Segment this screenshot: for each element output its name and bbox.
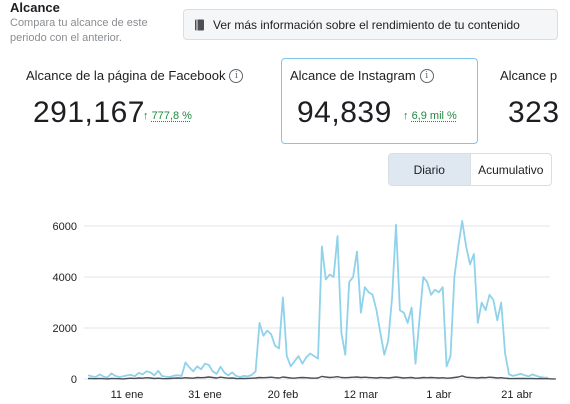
facebook-reach-label-wrap: Alcance de la página de Facebook i — [26, 68, 244, 83]
reach-line-chart: 0 2000 4000 6000 11 ene 31 ene 20 feb 12 mar 1 a… — [53, 219, 556, 401]
arrow-up-icon: ↑ — [403, 110, 409, 122]
info-icon[interactable]: i — [229, 68, 244, 83]
instagram-reach-label: Alcance de Instagram — [290, 68, 416, 83]
section-subtitle: Compara tu alcance de este periodo con e… — [10, 17, 148, 44]
x-tick-label: 31 ene — [188, 389, 222, 401]
x-tick-label: 1 abr — [426, 389, 451, 401]
facebook-reach-delta: ↑ 777,8 % — [143, 110, 192, 122]
instagram-series-line — [87, 219, 549, 379]
instagram-reach-delta: ↑ 6,9 mil % — [403, 110, 457, 122]
x-tick-label: 21 abr — [501, 389, 533, 401]
y-tick-label: 6000 — [53, 221, 77, 233]
y-tick-label: 0 — [71, 374, 77, 386]
x-tick-label: 12 mar — [344, 389, 379, 401]
arrow-up-icon: ↑ — [143, 110, 149, 122]
cumulative-toggle-button[interactable]: Acumulativo — [471, 154, 552, 185]
instagram-reach-delta-value[interactable]: 6,9 mil % — [412, 110, 457, 122]
y-tick-label: 2000 — [53, 323, 77, 335]
y-tick-label: 4000 — [53, 272, 77, 284]
section-title: Alcance — [10, 0, 60, 15]
x-tick-label: 20 feb — [268, 389, 299, 401]
facebook-reach-value: 291,167 — [33, 96, 145, 129]
book-icon — [195, 19, 204, 30]
facebook-series-line — [87, 375, 556, 380]
facebook-reach-label: Alcance de la página de Facebook — [26, 68, 226, 83]
daily-toggle-button[interactable]: Diario — [389, 154, 471, 185]
view-mode-toggle: Diario Acumulativo — [388, 153, 552, 186]
more-info-label: Ver más información sobre el rendimiento… — [213, 17, 520, 32]
instagram-reach-label-wrap: Alcance de Instagram i — [290, 68, 434, 83]
info-icon[interactable]: i — [419, 68, 434, 83]
x-tick-label: 11 ene — [111, 389, 144, 401]
third-reach-label: Alcance p — [500, 68, 558, 83]
instagram-reach-value: 94,839 — [297, 96, 392, 129]
third-reach-label-wrap: Alcance p — [500, 68, 557, 83]
facebook-reach-delta-value[interactable]: 777,8 % — [152, 110, 192, 122]
more-info-button[interactable]: Ver más información sobre el rendimiento… — [183, 9, 558, 40]
third-reach-value: 323 — [508, 96, 560, 129]
